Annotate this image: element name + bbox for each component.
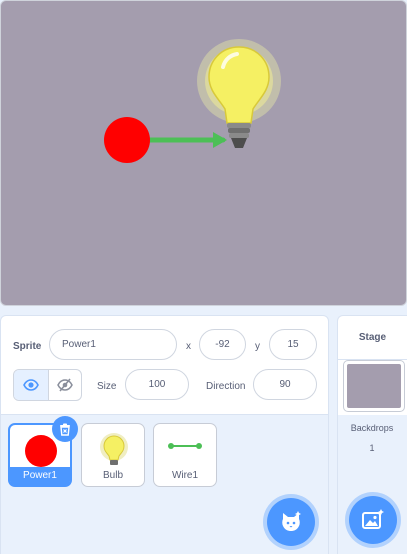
eye-icon	[22, 379, 39, 391]
backdrop-thumbnail[interactable]	[343, 360, 405, 412]
y-value: 15	[287, 339, 299, 350]
sprite-tile-power1[interactable]: Power1	[8, 416, 78, 487]
size-label: Size	[97, 381, 117, 392]
size-input[interactable]: 100	[125, 369, 189, 400]
size-value: 100	[148, 379, 166, 390]
trash-icon	[60, 423, 70, 436]
sprite-name-input[interactable]: Power1	[49, 329, 177, 360]
backdrops-count: 1	[369, 443, 375, 453]
red-ball-icon[interactable]	[104, 117, 150, 163]
x-label: x	[186, 341, 191, 352]
lightbulb-thumbnail-icon	[100, 433, 128, 465]
delete-sprite-button[interactable]	[52, 416, 78, 442]
x-input[interactable]: -92	[199, 329, 246, 360]
x-value: -92	[215, 339, 230, 350]
backdrops-label: Backdrops	[350, 423, 394, 433]
stage-title: Stage	[358, 332, 387, 343]
eye-slash-icon	[56, 378, 73, 392]
lightbulb-icon[interactable]	[208, 46, 270, 148]
stage-canvas[interactable]	[0, 0, 407, 306]
image-icon	[362, 509, 384, 529]
y-label: y	[255, 341, 260, 352]
sprite-tile-bulb[interactable]: Bulb	[81, 423, 145, 487]
sprite-list: Power1 Bulb Wire1	[0, 415, 329, 554]
direction-value: 90	[279, 379, 291, 390]
visibility-toggle	[13, 369, 82, 401]
sprite-label: Sprite	[13, 341, 42, 352]
direction-input[interactable]: 90	[253, 369, 317, 400]
show-sprite-button[interactable]	[14, 370, 48, 400]
add-backdrop-button[interactable]	[349, 496, 397, 544]
sprite-tile-label: Power1	[23, 470, 57, 481]
sprite-name-value: Power1	[62, 339, 96, 350]
backdrop-preview	[347, 364, 401, 408]
sprite-tile-label: Bulb	[102, 470, 123, 481]
sprite-tile-label: Wire1	[171, 470, 199, 481]
stage-svg	[104, 39, 281, 163]
green-arrow-icon[interactable]	[138, 132, 227, 148]
y-input[interactable]: 15	[269, 329, 317, 360]
sprite-info-panel: Sprite Power1 x -92 y 15 Size 100 Direct…	[0, 315, 329, 415]
wire-icon	[168, 443, 202, 449]
hide-sprite-button[interactable]	[47, 370, 82, 400]
add-sprite-button[interactable]	[267, 498, 315, 546]
cat-icon	[282, 511, 301, 531]
sprite-tile-wire1[interactable]: Wire1	[153, 423, 217, 487]
direction-label: Direction	[206, 381, 246, 392]
